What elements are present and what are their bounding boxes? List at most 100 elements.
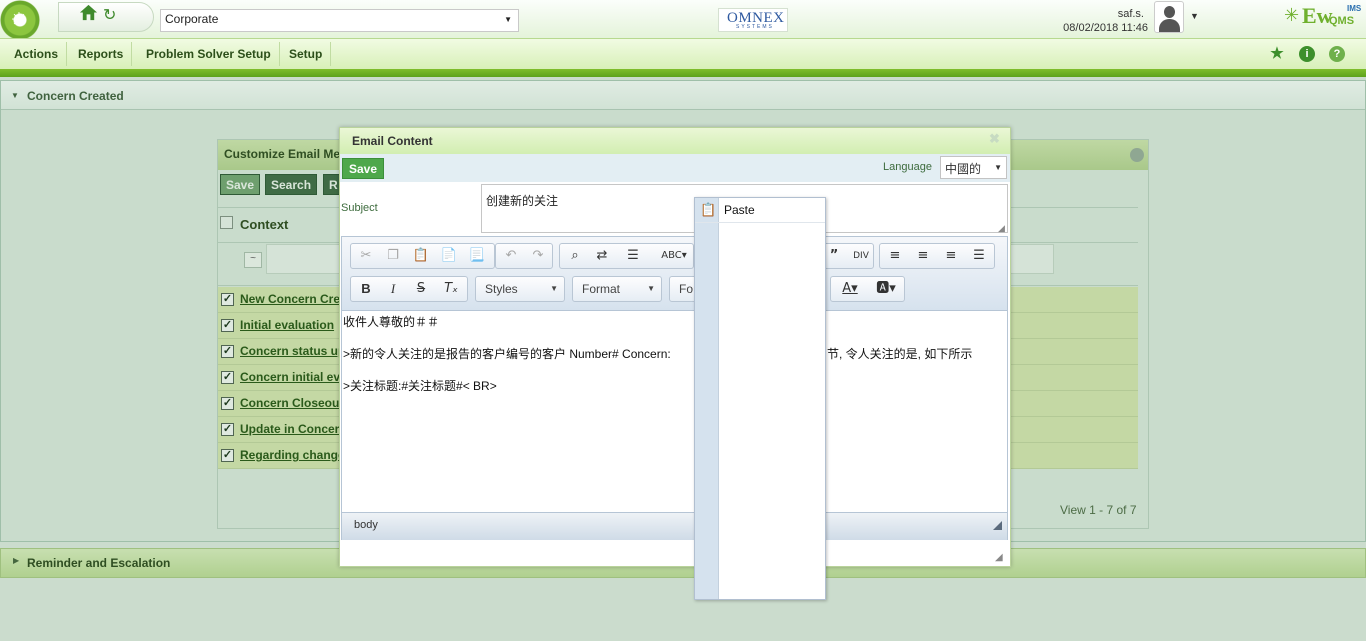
app-logo-icon[interactable] [0, 0, 40, 40]
align-center-icon[interactable]: ≡ [910, 244, 936, 268]
grid-save-button[interactable]: Save [220, 174, 261, 195]
strikethrough-icon[interactable]: S [408, 277, 434, 301]
row-link[interactable]: Update in Concern [240, 422, 347, 436]
row-checkbox[interactable]: ✓ [221, 423, 234, 436]
pin-icon[interactable]: ★ [1269, 46, 1285, 62]
bold-icon[interactable]: B [353, 277, 379, 301]
background-color-icon[interactable]: 🅰▾ [871, 277, 901, 301]
spellcheck-icon[interactable]: ABC▾ [655, 244, 693, 268]
row-link[interactable]: Concern Closeout [240, 396, 343, 410]
find-icon[interactable]: ⌕ [562, 244, 588, 268]
context-menu-gutter [695, 198, 719, 599]
clipboard-group: ✂ ❐ 📋 📄 📃 [350, 243, 495, 269]
redo-icon[interactable]: ↷ [525, 244, 551, 268]
home-icon[interactable] [79, 3, 98, 22]
help-icon[interactable]: ? [1329, 46, 1345, 62]
resize-handle-icon[interactable]: ◢ [998, 223, 1005, 234]
user-menu-chevron-icon[interactable]: ▼ [1190, 11, 1199, 21]
paste-icon[interactable]: 📋 [408, 244, 434, 268]
pager-view-count: View 1 - 7 of 7 [1060, 503, 1137, 517]
select-all-icon[interactable]: ☰ [620, 244, 646, 268]
justify-icon[interactable]: ☰ [966, 244, 992, 268]
subject-label: Subject [341, 202, 378, 214]
language-select[interactable]: 中國的 ▼ [940, 156, 1007, 179]
row-link[interactable]: Concern initial eva [240, 370, 347, 384]
align-right-icon[interactable]: ≡ [938, 244, 964, 268]
company-select[interactable]: Corporate ▼ [160, 9, 519, 32]
editor-content-area[interactable]: 收件人尊敬的＃＃ >新的令人关注的是报告的客户编号的客户 Number# Con… [342, 312, 1007, 511]
grid-search-button[interactable]: Search [265, 174, 318, 195]
text-color-icon[interactable]: A▾ [835, 277, 865, 301]
chevron-down-icon: ▼ [504, 15, 512, 24]
div-icon[interactable]: DIV [848, 244, 874, 268]
menu-problem-solver-setup[interactable]: Problem Solver Setup [138, 42, 280, 66]
block-group: ” DIV [818, 243, 874, 269]
row-checkbox[interactable]: ✓ [221, 397, 234, 410]
dialog-resize-icon[interactable]: ◢ [995, 552, 1003, 563]
collapse-icon[interactable] [1130, 148, 1144, 162]
row-link[interactable]: Initial evaluation [240, 318, 334, 332]
grid-title: Customize Email Me [224, 147, 341, 161]
editor-line: 节, 令人关注的是, 如下所示 [827, 347, 973, 361]
color-group: A▾ 🅰▾ [830, 276, 905, 302]
ewqms-star-icon: ✳ [1284, 5, 1300, 26]
format-dropdown-label: Format [582, 282, 621, 296]
select-all-checkbox[interactable] [220, 216, 233, 229]
undo-icon[interactable]: ↶ [498, 244, 524, 268]
concern-created-title[interactable]: Concern Created [27, 89, 124, 103]
dialog-save-button[interactable]: Save [342, 158, 385, 179]
paste-word-icon[interactable]: 📃 [464, 244, 490, 268]
editor-line: >新的令人关注的是报告的客户编号的客户 Number# Concern: [343, 347, 671, 361]
row-checkbox[interactable]: ✓ [221, 345, 234, 358]
copy-icon[interactable]: ❐ [380, 244, 406, 268]
column-context-header[interactable]: Context [240, 217, 288, 232]
row-checkbox[interactable]: ✓ [221, 371, 234, 384]
element-path[interactable]: body [354, 519, 378, 531]
info-icon[interactable]: i [1299, 46, 1315, 62]
refresh-icon[interactable]: ↻ [103, 5, 116, 24]
chevron-down-icon: ▼ [550, 284, 558, 293]
paste-text-icon[interactable]: 📄 [436, 244, 462, 268]
font-dropdown-label: Fo [679, 282, 694, 296]
row-checkbox[interactable]: ✓ [221, 293, 234, 306]
row-checkbox[interactable]: ✓ [221, 319, 234, 332]
reminder-escalation-title[interactable]: Reminder and Escalation [27, 556, 170, 570]
ewqms-logo: ✳ Ew QMS IMS [1284, 2, 1364, 32]
replace-icon[interactable]: ⇄ [589, 244, 615, 268]
undo-redo-group: ↶ ↷ [495, 243, 553, 269]
menu-actions[interactable]: Actions [6, 42, 68, 66]
editor-line: >关注标题:#关注标题#< BR> [343, 379, 497, 393]
company-select-value: Corporate [165, 12, 219, 26]
main-menu-bar: Actions Reports Problem Solver Setup Set… [0, 38, 1366, 69]
align-group: ≡ ≡ ≡ ☰ [879, 243, 995, 269]
menu-divider [0, 69, 1366, 77]
styles-dropdown[interactable]: Styles ▼ [475, 276, 565, 302]
avatar[interactable] [1154, 1, 1184, 33]
row-checkbox[interactable]: ✓ [221, 449, 234, 462]
chevron-down-icon: ▼ [647, 284, 655, 293]
row-link[interactable]: Concern status up [240, 344, 345, 358]
expand-caret-icon[interactable]: ▼ [11, 91, 19, 100]
format-dropdown[interactable]: Format ▼ [572, 276, 662, 302]
omnex-logo-subtext: SYSTEMS [736, 24, 774, 30]
concern-created-header[interactable] [1, 81, 1365, 110]
menu-reports[interactable]: Reports [70, 42, 133, 66]
close-icon[interactable]: ✖ [989, 131, 1000, 147]
ewqms-logo-ew: Ew [1302, 3, 1333, 28]
cut-icon[interactable]: ✂ [353, 244, 379, 268]
italic-icon[interactable]: I [380, 277, 406, 301]
context-menu-paste-label[interactable]: Paste [724, 203, 755, 217]
dialog-titlebar[interactable] [340, 128, 1010, 154]
remove-format-icon[interactable]: Tₓ [438, 277, 464, 301]
editor-resize-icon[interactable] [993, 521, 1002, 530]
editor-status-bar [342, 512, 1007, 540]
current-datetime: 08/02/2018 11:46 [1063, 22, 1148, 34]
row-link[interactable]: Regarding change [240, 448, 345, 462]
align-left-icon[interactable]: ≡ [882, 244, 908, 268]
filter-operator-button[interactable]: ~ [244, 252, 262, 268]
row-link[interactable]: New Concern Crea [240, 292, 347, 306]
menu-setup[interactable]: Setup [281, 42, 332, 66]
expand-caret-icon[interactable]: ▶ [13, 556, 19, 565]
user-name: saf.s. [1117, 8, 1144, 20]
language-select-value: 中國的 [945, 162, 982, 176]
